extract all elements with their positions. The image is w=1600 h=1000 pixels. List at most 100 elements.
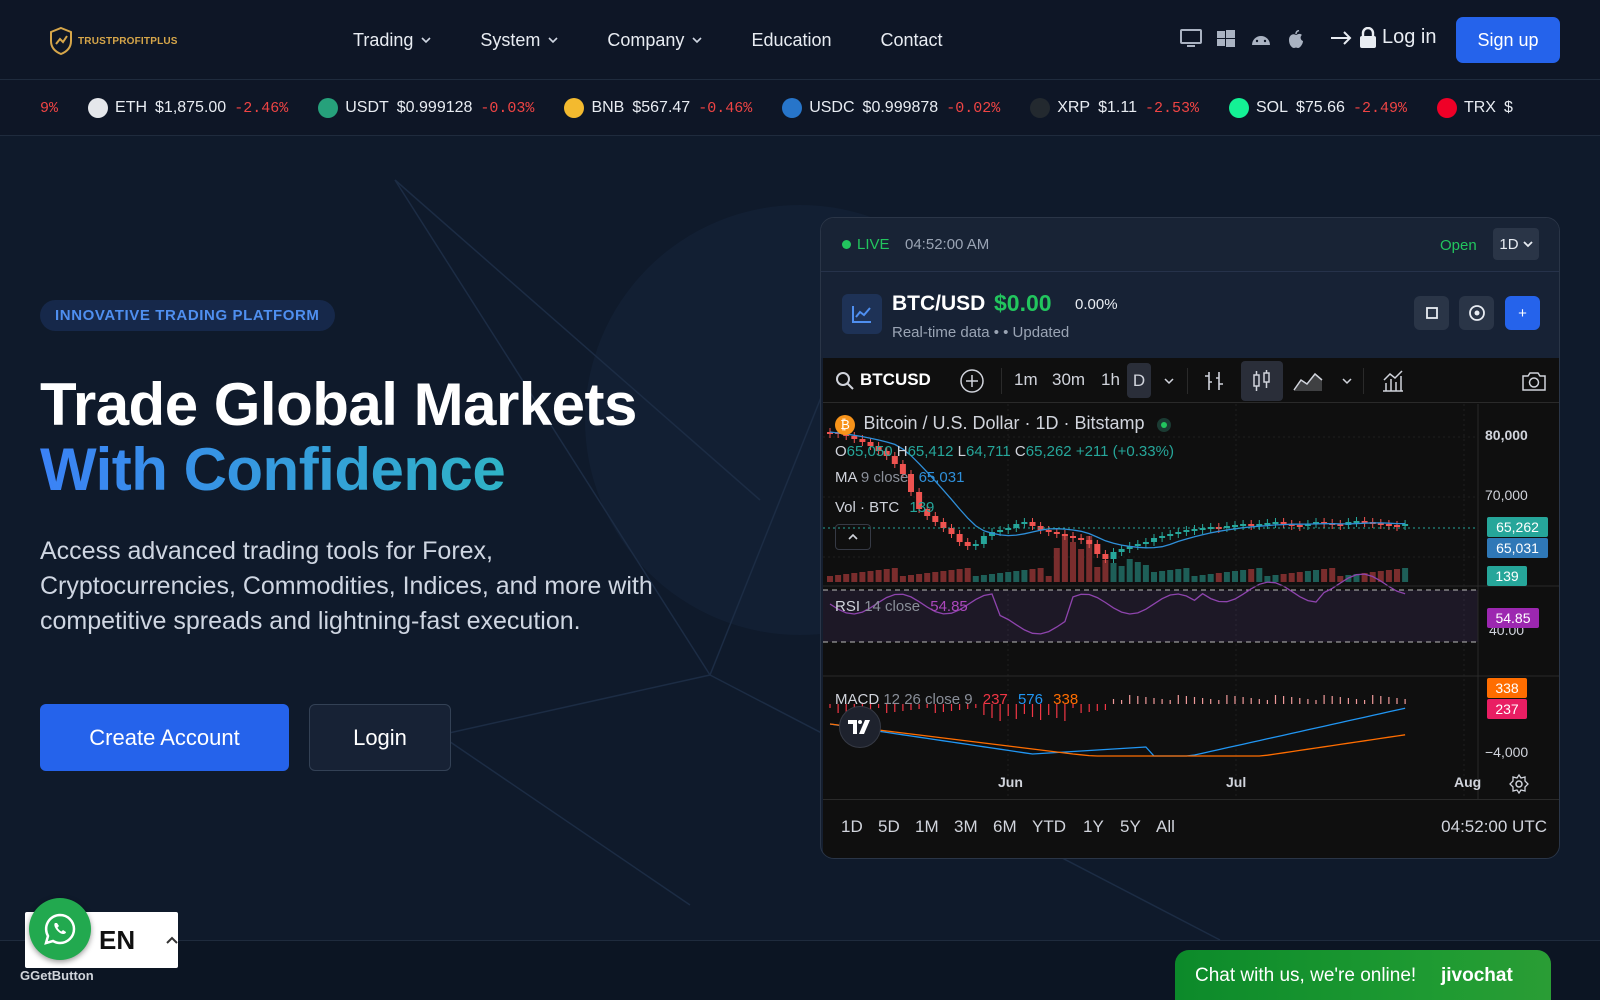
volume-bar: [1321, 569, 1328, 582]
candle-body: [932, 516, 939, 522]
ticker-item[interactable]: XRP $1.11 -2.53%: [1030, 98, 1199, 118]
pair-price: $0.00: [994, 290, 1052, 316]
ticker-item[interactable]: BNB $567.47 -0.46%: [564, 98, 752, 118]
macd-signal-value: 338: [1053, 691, 1079, 708]
live-label: LIVE: [857, 236, 890, 253]
range-1y[interactable]: 1Y: [1083, 817, 1104, 837]
chevron-down-icon: [1522, 241, 1533, 248]
chevron-down-icon: [421, 37, 431, 44]
volume-bar: [1296, 572, 1303, 582]
interval-d[interactable]: D: [1127, 363, 1151, 398]
apple-icon[interactable]: [1285, 28, 1307, 50]
hero-badge: INNOVATIVE TRADING PLATFORM: [40, 300, 335, 331]
collapse-legend-button[interactable]: [835, 524, 871, 550]
range-all[interactable]: All: [1156, 817, 1175, 837]
volume-bar: [997, 573, 1004, 582]
windows-icon[interactable]: [1215, 28, 1237, 50]
ticker-item[interactable]: USDC $0.999878 -0.02%: [782, 98, 1000, 118]
menu-education[interactable]: Education: [751, 30, 831, 51]
login-button[interactable]: Login: [309, 704, 451, 771]
getbutton-g-icon: G: [20, 968, 31, 983]
macd-axis-4000: −4,000: [1485, 744, 1529, 760]
volume-bar: [1394, 569, 1400, 582]
volume-bar: [1199, 575, 1206, 582]
menu-label: Trading: [353, 29, 414, 50]
symbol-input[interactable]: BTCUSD: [860, 370, 931, 390]
ohlc-close: 65,262: [1025, 443, 1072, 460]
volume-bar: [1053, 548, 1060, 582]
whatsapp-button[interactable]: [29, 898, 91, 960]
ticker-item[interactable]: USDT $0.999128 -0.03%: [318, 98, 534, 118]
menu-trading[interactable]: Trading: [353, 30, 431, 51]
sol-icon: [1228, 98, 1249, 118]
signup-button[interactable]: Sign up: [1456, 17, 1560, 63]
volume-bar: [1005, 572, 1012, 582]
chevron-down-icon[interactable]: [1341, 376, 1353, 386]
interval-1h[interactable]: 1h: [1101, 370, 1120, 390]
chevron-down-icon[interactable]: [1163, 376, 1175, 386]
interval-1m[interactable]: 1m: [1014, 370, 1038, 390]
range-3m[interactable]: 3M: [954, 817, 978, 837]
brand-logo[interactable]: TRUSTPROFITPLUS: [48, 26, 178, 56]
ticker-item[interactable]: 9%: [40, 100, 58, 117]
toolbar-divider: [1187, 368, 1188, 394]
menu-contact[interactable]: Contact: [881, 30, 943, 51]
volume-bar: [1037, 568, 1044, 582]
live-dot-icon: [842, 240, 851, 249]
ticker-symbol: BNB: [591, 99, 625, 116]
hero-section: INNOVATIVE TRADING PLATFORM Trade Global…: [40, 300, 653, 771]
android-icon[interactable]: [1250, 28, 1272, 50]
ticker-symbol: XRP: [1057, 99, 1091, 116]
live-chat-widget[interactable]: Chat with us, we're online! jivochat: [1175, 950, 1551, 1000]
getbutton-credit[interactable]: GGetButton: [20, 968, 94, 983]
create-account-button[interactable]: Create Account: [40, 704, 289, 771]
volume-bar: [1223, 572, 1230, 582]
ticker-item[interactable]: TRX $: [1436, 98, 1521, 118]
search-icon[interactable]: [835, 371, 855, 391]
range-1d[interactable]: 1D: [841, 817, 863, 837]
vol-label: Vol · BTC: [835, 499, 900, 516]
candle-body: [1142, 542, 1149, 544]
range-5d[interactable]: 5D: [878, 817, 900, 837]
fullscreen-button[interactable]: [1414, 296, 1449, 330]
volume-bar: [859, 572, 866, 582]
timeframe-select[interactable]: 1D: [1493, 228, 1539, 260]
volume-bar: [1029, 569, 1036, 582]
desktop-icon[interactable]: [1180, 28, 1202, 50]
candle-body: [1094, 544, 1101, 554]
target-button[interactable]: [1459, 296, 1494, 330]
add-button[interactable]: +: [1505, 296, 1540, 330]
settings-gear-icon[interactable]: [1509, 774, 1529, 794]
volume-bar: [916, 574, 923, 582]
candle-body: [1296, 525, 1303, 527]
menu-company[interactable]: Company: [607, 30, 703, 51]
panel-statusbar: LIVE 04:52:00 AM Open 1D: [821, 218, 1559, 272]
area-style-icon[interactable]: [1293, 370, 1323, 392]
indicators-icon[interactable]: [1381, 369, 1405, 393]
data-status: Real-time data • • Updated: [892, 324, 1069, 341]
range-1m[interactable]: 1M: [915, 817, 939, 837]
range-6m[interactable]: 6M: [993, 817, 1017, 837]
volume-bar: [1240, 570, 1247, 582]
interval-30m[interactable]: 30m: [1052, 370, 1085, 390]
ticker-item[interactable]: ETH $1,875.00 -2.46%: [88, 98, 288, 118]
menu-system[interactable]: System: [480, 30, 558, 51]
candle-style-button[interactable]: [1241, 361, 1283, 401]
tradingview-logo-icon[interactable]: [839, 706, 881, 748]
ticker-change: -2.53%: [1144, 99, 1199, 117]
volume-bar: [867, 571, 874, 582]
login-link[interactable]: Log in: [1330, 26, 1437, 49]
ticker-item[interactable]: SOL $75.66 -2.49%: [1228, 98, 1407, 118]
range-5y[interactable]: 5Y: [1120, 817, 1141, 837]
camera-icon[interactable]: [1521, 370, 1547, 392]
volume-tag: 139: [1487, 566, 1527, 586]
bar-style-icon[interactable]: [1203, 370, 1225, 392]
chevron-down-icon: [548, 37, 558, 44]
volume-bar: [875, 570, 882, 582]
add-symbol-icon[interactable]: [959, 368, 985, 394]
candle-body: [1167, 534, 1174, 536]
ma-params: 9 close: [860, 469, 909, 486]
add-label: +: [1518, 304, 1527, 322]
volume-bar: [891, 568, 898, 582]
range-ytd[interactable]: YTD: [1032, 817, 1066, 837]
